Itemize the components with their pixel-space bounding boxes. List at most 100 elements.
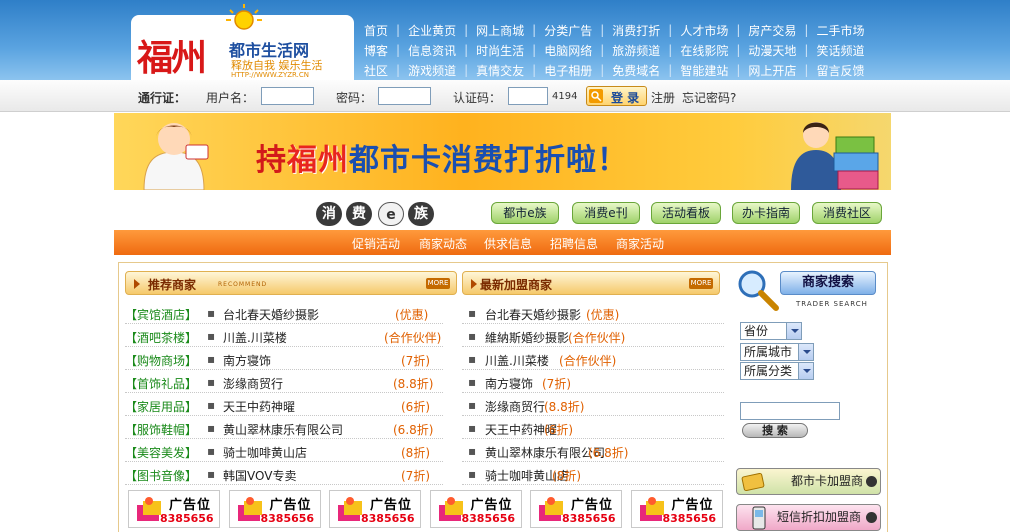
discount-tag: (8折) [401,446,430,460]
nav-link[interactable]: 分类广告 [536,22,600,39]
bullet-icon: ▪ [207,352,216,366]
merchant-name: 南方寝饰 [485,377,534,391]
merchant-name: 台北春天婚纱摄影 [485,308,582,322]
card-icon [741,472,765,492]
nav-link[interactable]: 免费域名 [604,62,668,79]
list-item[interactable]: ▪ 骑士咖啡黄山店 (8折) [462,463,724,485]
bullet-icon: ▪ [468,329,477,343]
discount-tag: (8折) [552,469,581,483]
list-item[interactable]: 【酒吧茶楼】 ▪ 川盖.川菜楼 (合作伙伴) [125,325,443,347]
discount-tag: (8.8折) [393,377,434,391]
subnav-link[interactable]: 商家活动 [616,235,664,252]
nav-link[interactable]: 电子相册 [536,62,600,79]
consumer-tab[interactable]: 办卡指南 [732,202,800,224]
sms-discount-merchant-button[interactable]: 短信折扣加盟商 [736,504,881,531]
list-item[interactable]: 【服饰鞋帽】 ▪ 黄山翠林康乐有限公司 (6.8折) [125,417,443,439]
nav-link[interactable]: 智能建站 [672,62,736,79]
ad-phone: 8385656 [260,512,315,525]
merchant-name: 川盖.川菜楼 [223,331,287,345]
nav-link[interactable]: 真情交友 [468,62,532,79]
magnifier-icon [738,270,779,311]
list-item[interactable]: 【图书音像】 ▪ 韩国VOV专卖 (7折) [125,463,443,485]
nav-link[interactable]: 旅游频道 [604,42,668,59]
nav-link[interactable]: 社区 [356,62,396,79]
consumer-tab[interactable]: 消费社区 [812,202,882,224]
list-item[interactable]: 【购物商场】 ▪ 南方寝饰 (7折) [125,348,443,370]
circle-arrow-icon [866,476,877,487]
username-input[interactable] [261,87,314,105]
category-select[interactable]: 所属分类 [740,362,814,380]
ad-title: 广告位 [269,498,312,513]
discount-tag: (7折) [401,469,430,483]
subnav-link[interactable]: 供求信息 [484,235,532,252]
promo-banner[interactable]: 持福州都市卡消费打折啦！ [114,113,891,190]
nav-link[interactable]: 博客 [356,42,396,59]
search-input[interactable] [740,402,840,420]
list-item[interactable]: ▪ 台北春天婚纱摄影 (优惠) [462,302,724,324]
ad-phone: 8385656 [361,512,415,525]
ad-slot[interactable]: 广告位 8385656 [228,490,321,528]
city-card-merchant-button[interactable]: 都市卡加盟商 [736,468,881,495]
list-item[interactable]: 【家居用品】 ▪ 天王中药神曜 (6折) [125,394,443,416]
subnav-link[interactable]: 招聘信息 [550,235,598,252]
nav-link[interactable]: 房产交易 [740,22,804,39]
captcha-input[interactable] [508,87,548,105]
woman-with-card-illustration [143,123,209,190]
list-item[interactable]: ▪ 南方寝饰 (7折) [462,371,724,393]
nav-link[interactable]: 网上开店 [740,62,804,79]
subnav-link[interactable]: 促销活动 [352,235,400,252]
password-input[interactable] [378,87,431,105]
nav-link[interactable]: 游戏频道 [400,62,464,79]
search-button[interactable]: 搜 索 [742,423,808,438]
register-link[interactable]: 注册 [651,89,675,106]
list-item[interactable]: ▪ 黄山翠林康乐有限公司 (6.8折) [462,440,724,462]
nav-link[interactable]: 动漫天地 [740,42,804,59]
ad-slot[interactable]: 广告位 8385656 [530,490,622,528]
discount-tag: (7折) [401,354,430,368]
discount-tag: (优惠) [586,308,620,322]
city-select[interactable]: 所属城市 [740,343,814,361]
ad-slot[interactable]: 广告位 8385656 [630,490,723,528]
forgot-password-link[interactable]: 忘记密码? [682,89,736,106]
list-item[interactable]: ▪ 維納斯婚纱摄影 (合作伙伴) [462,325,724,347]
ad-slot[interactable]: 广告位 8385656 [429,490,522,528]
nav-link[interactable]: 消费打折 [604,22,668,39]
list-item[interactable]: 【宾馆酒店】 ▪ 台北春天婚纱摄影 (优惠) [125,302,443,324]
consumer-tab[interactable]: 都市e族 [491,202,559,224]
category-label: 【酒吧茶楼】 [125,331,198,345]
ezu-char: 消 [316,202,342,226]
ad-slot[interactable]: 广告位 8385656 [329,490,421,528]
trader-search-panel: 商家搜索 TRADER SEARCH 省份 所属城市 所属分类 搜 索 都市卡加… [734,268,884,532]
ezu-char: 费 [346,202,372,226]
nav-link[interactable]: 信息资讯 [400,42,464,59]
list-item[interactable]: 【美容美发】 ▪ 骑士咖啡黄山店 (8折) [125,440,443,462]
sms-discount-merchant-label: 短信折扣加盟商 [777,510,862,524]
consumer-tab[interactable]: 活动看板 [651,202,721,224]
subnav-link[interactable]: 商家动态 [419,235,467,252]
nav-link[interactable]: 留言反馈 [808,62,872,79]
list-item[interactable]: 【首饰礼品】 ▪ 澎缘商贸行 (8.8折) [125,371,443,393]
bullet-icon: ▪ [207,306,216,320]
nav-link[interactable]: 网上商城 [468,22,532,39]
bullet-icon: ▪ [207,444,216,458]
consumer-tab[interactable]: 消费e刊 [572,202,640,224]
login-button[interactable]: 登 录 [586,86,647,106]
ad-slot[interactable]: 广告位 8385656 [128,490,220,528]
province-select[interactable]: 省份 [740,322,802,340]
nav-link[interactable]: 首页 [356,22,396,39]
nav-link[interactable]: 笑话频道 [808,42,872,59]
nav-link[interactable]: 二手市场 [808,22,872,39]
more-button[interactable]: MORE [689,278,713,289]
nav-link[interactable]: 人才市场 [672,22,736,39]
more-button[interactable]: MORE [426,278,450,289]
nav-link[interactable]: 企业黄页 [400,22,464,39]
nav-link[interactable]: 时尚生活 [468,42,532,59]
category-label: 【服饰鞋帽】 [125,423,198,437]
list-item[interactable]: ▪ 川盖.川菜楼 (合作伙伴) [462,348,724,370]
arrow-icon [471,279,477,289]
merchant-name: 川盖.川菜楼 [485,354,549,368]
list-item[interactable]: ▪ 天王中药神曜 (6折) [462,417,724,439]
list-item[interactable]: ▪ 澎缘商贸行 (8.8折) [462,394,724,416]
nav-link[interactable]: 在线影院 [672,42,736,59]
nav-link[interactable]: 电脑网络 [536,42,600,59]
